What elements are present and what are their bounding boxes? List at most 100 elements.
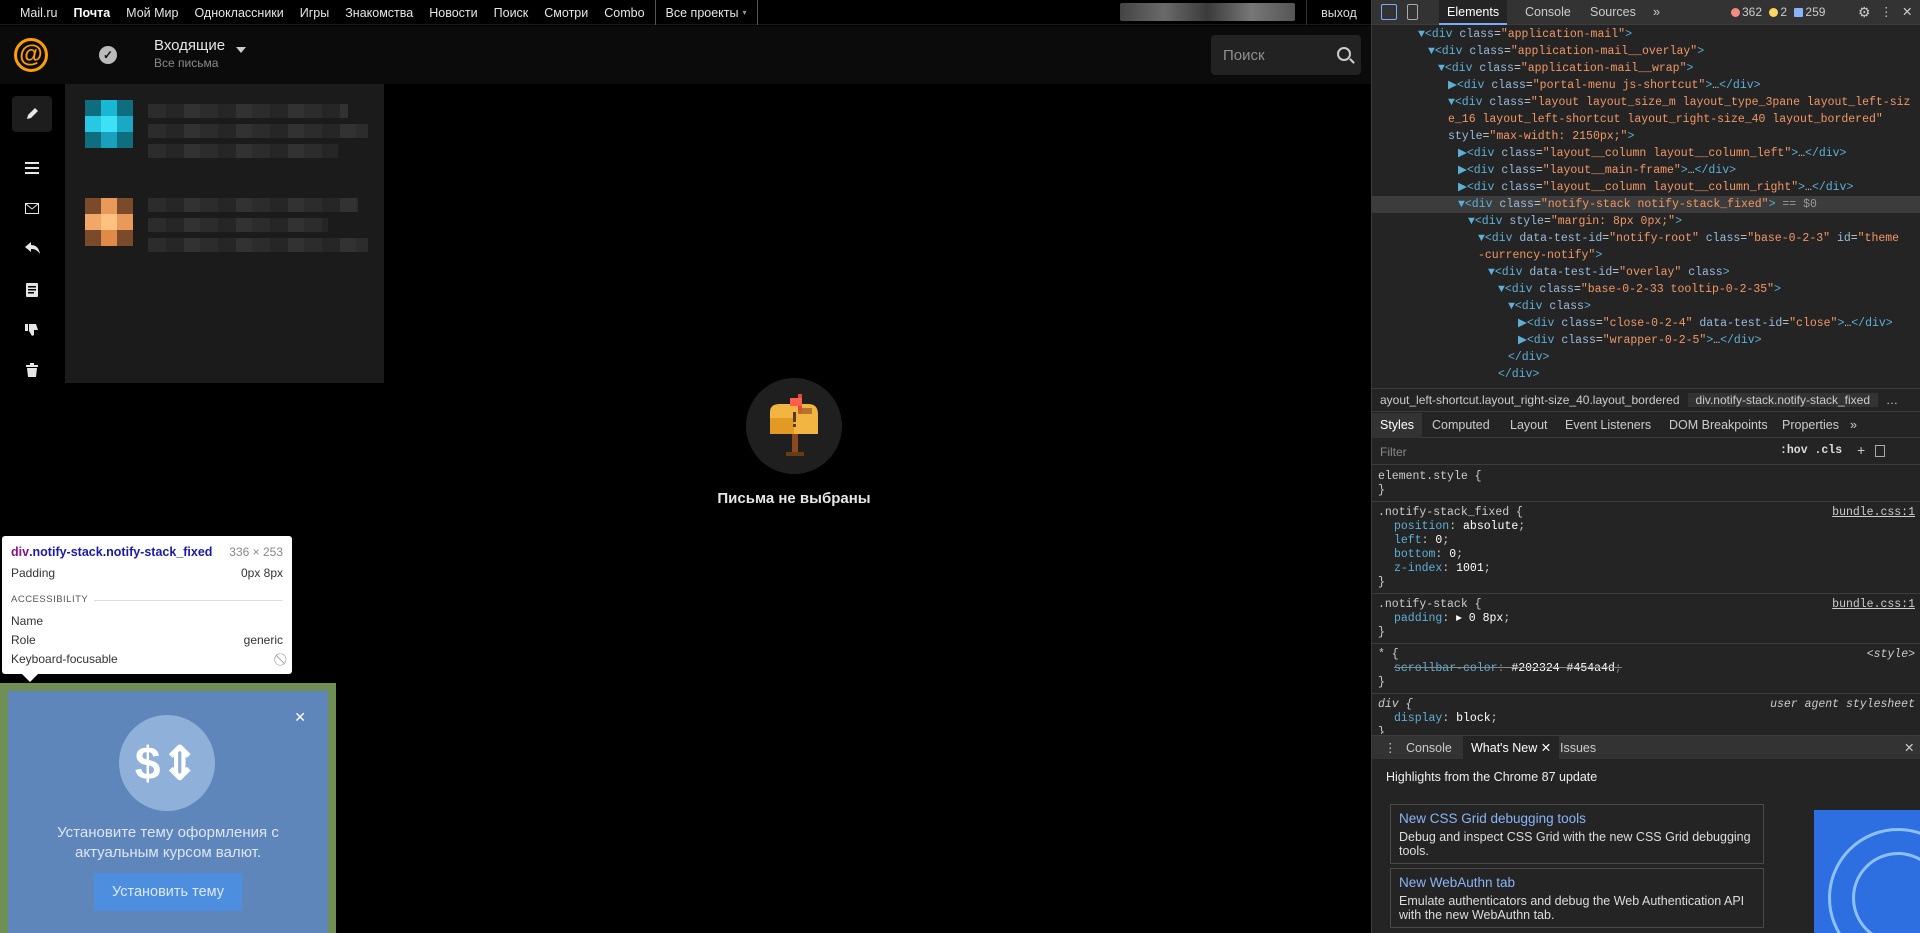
card-title[interactable]: New CSS Grid debugging tools (1399, 811, 1755, 826)
css-property[interactable]: left: 0; (1378, 534, 1915, 548)
dom-node-line[interactable]: ▼<div class="base-0-2-33 tooltip-0-2-35"… (1372, 281, 1920, 298)
css-property[interactable]: position: absolute; (1378, 520, 1915, 534)
toggle-sidebar-icon[interactable] (1875, 445, 1885, 457)
tab-elements[interactable]: Elements (1439, 0, 1508, 25)
portal-link-mail[interactable]: Почта (74, 6, 111, 20)
breadcrumb-current[interactable]: div.notify-stack.notify-stack_fixed (1687, 393, 1879, 407)
dom-node-line[interactable]: ▼<div class="application-mail__wrap"> (1372, 60, 1920, 77)
logout-link[interactable]: выход (1306, 0, 1371, 25)
dom-node-line[interactable]: ▶<div class="wrapper-0-2-5">…</div> (1372, 332, 1920, 349)
dom-node-line[interactable]: </div> (1372, 366, 1920, 383)
dom-node-line[interactable]: ▶<div class="close-0-2-4" data-test-id="… (1372, 315, 1920, 332)
issue-counts[interactable]: 362 2 259 (1727, 0, 1825, 25)
folder-title[interactable]: Входящие (154, 37, 225, 54)
rule-selector[interactable]: element.style { (1378, 470, 1915, 484)
css-property[interactable]: padding: ▸ 0 8px; (1378, 612, 1915, 626)
style-rule[interactable]: element.style {} (1372, 466, 1920, 502)
spam-button[interactable] (12, 312, 52, 348)
dom-node-line[interactable]: -currency-notify"> (1372, 247, 1920, 264)
dom-node-line[interactable]: ▼<div style="margin: 8px 0px;"> (1372, 213, 1920, 230)
dom-node-line[interactable]: ▼<div data-test-id="notify-root" class="… (1372, 230, 1920, 247)
dom-node-line[interactable]: ▶<div class="layout__column layout__colu… (1372, 145, 1920, 162)
dom-node-line[interactable]: </div> (1372, 349, 1920, 366)
dom-node-line[interactable]: ▶<div class="layout__column layout__colu… (1372, 179, 1920, 196)
style-rule[interactable]: .notify-stack_fixed {bundle.css:1 positio… (1372, 502, 1920, 594)
style-rule[interactable]: div {user agent stylesheet display: block… (1372, 694, 1920, 734)
dom-node-line[interactable]: ▼<div class> (1372, 298, 1920, 315)
reply-button[interactable] (12, 230, 52, 266)
style-rule[interactable]: .notify-stack {bundle.css:1 padding: ▸ 0 … (1372, 594, 1920, 644)
styles-filter-input[interactable] (1378, 443, 1678, 461)
close-drawer-icon[interactable]: ✕ (1896, 736, 1920, 760)
close-devtools-icon[interactable]: ✕ (1894, 0, 1920, 25)
portal-link-myworld[interactable]: Мой Мир (126, 6, 178, 20)
all-projects-menu[interactable]: Все проекты ▾ (654, 0, 758, 25)
folder-subtitle[interactable]: Все письма (154, 56, 218, 70)
dom-node-line[interactable]: ▶<div class="layout__main-frame">…</div> (1372, 162, 1920, 179)
tab-computed[interactable]: Computed (1424, 413, 1498, 438)
search-box[interactable] (1211, 35, 1361, 75)
search-input[interactable] (1221, 35, 1326, 75)
portal-link-news[interactable]: Новости (429, 6, 477, 20)
device-toolbar-icon[interactable] (1407, 4, 1418, 20)
css-property[interactable]: z-index: 1001; (1378, 562, 1915, 576)
styles-rules[interactable]: element.style {} .notify-stack_fixed {bun… (1372, 466, 1920, 734)
rule-source-link[interactable]: bundle.css:1 (1832, 506, 1915, 520)
style-rule[interactable]: * {<style> scrollbar-color: #202324 #454a… (1372, 644, 1920, 694)
dom-node-line[interactable]: ▼<div class="application-mail__overlay"> (1372, 43, 1920, 60)
whats-new-card[interactable]: New CSS Grid debugging tools Debug and i… (1390, 804, 1764, 864)
portal-link-games[interactable]: Игры (300, 6, 329, 20)
tab-dom-breakpoints[interactable]: DOM Breakpoints (1661, 413, 1776, 438)
drawer-tab-console[interactable]: Console (1398, 736, 1460, 760)
dom-node-line[interactable]: e_16 layout_left-shortcut layout_right-s… (1372, 111, 1920, 128)
tab-event-listeners[interactable]: Event Listeners (1557, 413, 1659, 438)
hov-cls-toggle[interactable]: :hov .cls (1780, 444, 1842, 457)
add-rule-icon[interactable]: + (1857, 442, 1865, 458)
letter-row[interactable] (85, 100, 133, 148)
mark-read-button[interactable] (12, 190, 52, 226)
rule-source-link[interactable]: bundle.css:1 (1832, 598, 1915, 612)
rule-source-link[interactable]: user agent stylesheet (1770, 698, 1915, 712)
select-all-check-icon[interactable]: ✓ (99, 46, 117, 64)
menu-button[interactable] (12, 150, 52, 186)
drawer-tab-issues[interactable]: Issues (1552, 736, 1604, 760)
breadcrumb-item[interactable]: ayout_left-shortcut.layout_right-size_40… (1372, 393, 1688, 407)
whats-new-card[interactable]: New WebAuthn tab Emulate authenticators … (1390, 868, 1764, 928)
close-icon[interactable]: ✕ (1541, 741, 1551, 755)
delete-button[interactable] (12, 352, 52, 388)
css-property[interactable]: display: block; (1378, 712, 1915, 726)
dom-node-line[interactable]: ▼<div class="notify-stack notify-stack_f… (1372, 196, 1920, 213)
portal-link-mailru[interactable]: Mail.ru (20, 6, 58, 20)
dom-tree[interactable]: ▼<div class="application-mail"> ▼<div cla… (1372, 26, 1920, 386)
inspect-element-icon[interactable] (1381, 4, 1397, 20)
css-property[interactable]: bottom: 0; (1378, 548, 1915, 562)
letter-list[interactable] (65, 84, 384, 383)
mailru-logo-icon[interactable]: @ (14, 38, 48, 72)
dom-node-line[interactable]: ▼<div class="layout layout_size_m layout… (1372, 94, 1920, 111)
search-icon[interactable] (1337, 47, 1351, 61)
tab-console[interactable]: Console (1517, 0, 1579, 25)
tab-layout[interactable]: Layout (1502, 413, 1556, 438)
tab-properties[interactable]: Properties (1774, 413, 1847, 438)
more-icon[interactable]: … (1878, 393, 1906, 407)
more-tabs-button[interactable]: » (1645, 0, 1668, 25)
portal-link-combo[interactable]: Combo (604, 6, 644, 20)
dom-node-line[interactable]: ▶<div class="portal-menu js-shortcut">…<… (1372, 77, 1920, 94)
user-account-blurred[interactable] (1120, 3, 1295, 21)
letter-row[interactable] (85, 198, 133, 246)
rule-source-link[interactable]: <style> (1867, 648, 1915, 662)
folder-dropdown-icon[interactable] (236, 47, 246, 53)
more-tabs-button[interactable]: » (1842, 413, 1865, 438)
dom-node-line[interactable]: ▼<div data-test-id="overlay" class> (1372, 264, 1920, 281)
portal-link-ok[interactable]: Одноклассники (194, 6, 283, 20)
dom-node-line[interactable]: ▼<div class="application-mail"> (1372, 26, 1920, 43)
tab-styles[interactable]: Styles (1372, 413, 1423, 438)
compose-button[interactable] (12, 96, 52, 132)
portal-link-search[interactable]: Поиск (494, 6, 529, 20)
tab-sources[interactable]: Sources (1582, 0, 1644, 25)
portal-link-dating[interactable]: Знакомства (345, 6, 413, 20)
close-icon[interactable]: ✕ (294, 709, 306, 726)
portal-link-watch[interactable]: Смотри (544, 6, 588, 20)
dom-node-line[interactable]: style="max-width: 2150px;"> (1372, 128, 1920, 145)
css-property[interactable]: scrollbar-color: #202324 #454a4d; (1378, 662, 1915, 676)
